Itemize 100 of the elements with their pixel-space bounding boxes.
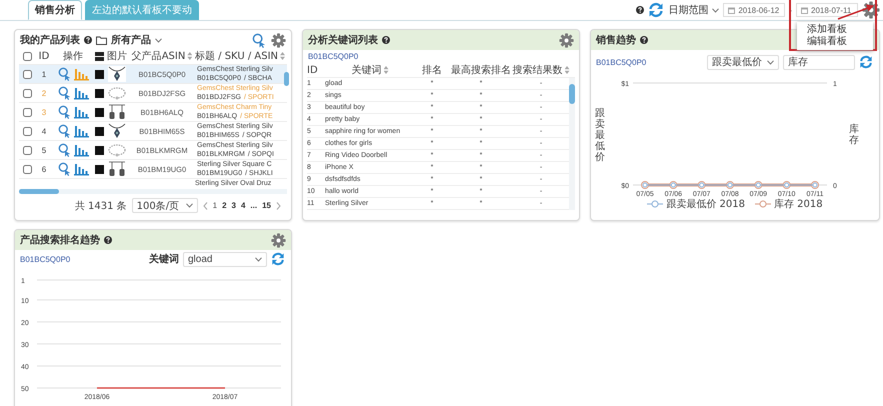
metric-select[interactable]: 跟卖最低价 [707,54,779,70]
asin-link[interactable]: B01BC5Q0P0 [591,58,652,66]
checkbox[interactable] [22,126,32,136]
square-icon [94,146,104,154]
axis-label: 库存 [849,124,859,146]
help-icon[interactable] [84,36,92,44]
select-value: 100条/页 [136,200,180,212]
caret-icon [712,8,720,12]
magnifier-icon[interactable] [58,86,72,100]
previous-page-icon[interactable] [202,202,208,210]
column-header: 父产品ASIN [132,49,192,63]
table-cell: 2 [42,88,46,98]
menu-item[interactable]: 编辑看板 [797,36,873,48]
tab[interactable]: 销售分析 [28,0,82,20]
caret-icon [155,38,162,42]
page-size-select[interactable]: 100条/页 [132,198,198,213]
magnifier-icon[interactable] [58,124,72,138]
column-header: 操作 [63,50,83,63]
magnifier-icon[interactable] [58,143,72,157]
settings-icon[interactable] [271,232,286,248]
bar-chart-icon[interactable] [74,86,88,100]
total-count-text: 共 1431 条 [74,200,127,212]
square-icon [94,88,104,98]
column-header: 搜索结果数 [512,63,570,77]
bar-chart-icon[interactable] [74,106,88,118]
table-cell: 5 [42,146,46,154]
column-header: 标题 / SKU / ASIN [194,49,286,63]
asin-link[interactable]: B01BC5Q0P0 [15,254,76,264]
checkbox[interactable] [22,164,32,174]
magnifier-icon[interactable] [58,162,72,176]
folder-icon [96,36,107,44]
help-icon[interactable] [104,236,112,244]
date-text: 2018-07-11 [811,6,852,14]
checkbox[interactable] [22,52,32,60]
help-icon[interactable] [636,6,644,14]
magnifier-icon[interactable] [58,67,72,81]
page-link[interactable]: 1 [212,201,218,210]
refresh-icon[interactable] [271,252,285,266]
bar-chart-icon[interactable] [74,162,88,176]
date-text: 2018-06-12 [738,6,780,14]
scrollbar-thumb[interactable] [19,189,59,194]
separator-text: - [789,6,792,14]
square-icon [94,108,104,116]
page-link[interactable]: 3 [232,201,236,210]
card-title: 产品搜索排名趋势 [20,234,100,247]
square-icon [94,164,104,174]
page-link[interactable]: 2 [222,201,227,210]
calendar-icon [801,6,808,14]
card-title: 分析关键词列表 [308,34,378,47]
axis-label: 跟卖最低价 [595,108,605,162]
column-header: 关键词 [352,63,388,77]
page-link[interactable]: ... [250,201,258,210]
legend-label[interactable]: 跟卖最低价 2018 [666,197,745,211]
column-header: ID [38,50,50,62]
card-title: 我的产品列表 [20,34,80,47]
help-icon[interactable] [382,36,390,44]
settings-icon[interactable] [559,32,574,48]
square-icon [94,126,104,136]
magnifier-icon[interactable] [58,105,72,119]
caret-icon [255,256,262,262]
magnifier-icon[interactable] [252,32,267,48]
page-link[interactable]: 15 [262,201,271,210]
metric-select[interactable]: 库存 [783,54,855,70]
column-header: 最高搜索排名 [451,64,511,77]
bar-chart-icon[interactable] [74,124,88,138]
column-header: ID [307,64,318,76]
card-title: 销售趋势 [596,34,636,47]
checkbox[interactable] [22,88,32,98]
keyword-select[interactable]: gload [183,252,267,266]
calendar-icon [728,6,736,14]
end-date-field[interactable]: 2018-07-11 [796,3,858,17]
checkbox[interactable] [22,108,32,116]
caret-icon [767,60,774,64]
checkbox[interactable] [22,70,32,78]
table-cell: 4 [42,126,46,136]
product-filter-dropdown[interactable]: 所有产品 [111,33,151,47]
refresh-icon[interactable] [859,55,873,69]
table-cell: 3 [42,108,46,116]
column-header: 图片 [107,50,127,63]
date-range-dropdown[interactable]: 日期范围 [668,3,708,17]
legend-marker [755,200,771,208]
next-page-icon[interactable] [276,202,281,210]
scrollbar-thumb[interactable] [569,84,575,104]
bar-chart-icon[interactable] [74,144,88,156]
square-icon [94,70,104,78]
select-value: 库存 [788,56,808,69]
page-link[interactable]: 4 [240,201,246,210]
select-value: 跟卖最低价 [712,56,762,69]
checkbox[interactable] [22,146,32,154]
asin-link[interactable]: B01BC5Q0P0 [303,50,364,63]
legend-marker [647,200,664,208]
settings-icon[interactable] [271,32,286,48]
help-icon[interactable] [640,36,648,44]
menu-item[interactable]: 添加看板 [797,24,873,36]
select-value: gload [188,254,212,264]
scrollbar-thumb[interactable] [284,72,289,86]
field-label: 关键词 [149,252,179,266]
legend-label[interactable]: 库存 2018 [774,197,823,211]
start-date-field[interactable]: 2018-06-12 [723,3,786,17]
table-cell: 6 [42,164,46,174]
